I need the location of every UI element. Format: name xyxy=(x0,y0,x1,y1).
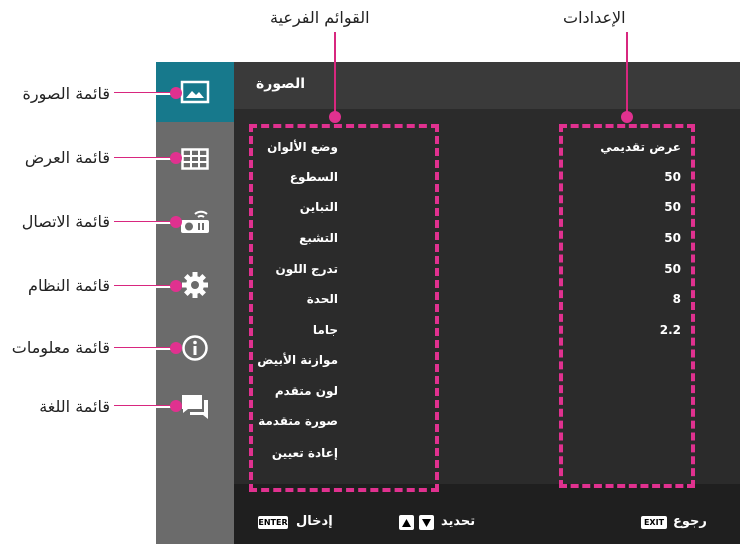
callout-dot-5 xyxy=(170,342,182,354)
exit-key: EXIT xyxy=(641,516,667,529)
select-hint: تحديد xyxy=(441,514,476,529)
callout-dot-3 xyxy=(170,216,182,228)
callout-dot-1 xyxy=(170,87,182,99)
enter-key: ENTER xyxy=(258,516,288,529)
back-hint: رجوع xyxy=(673,514,707,529)
callout-connection-menu: قائمة الاتصال xyxy=(21,212,110,231)
triangle-down-icon xyxy=(422,518,431,527)
callout-line-3 xyxy=(114,221,174,224)
enter-hint: إدخال xyxy=(296,514,333,529)
callout-display-menu: قائمة العرض xyxy=(24,148,110,167)
submenus-annotation: القوائم الفرعية xyxy=(270,8,370,27)
settings-connector xyxy=(626,32,628,112)
gear-icon xyxy=(182,272,208,298)
settings-connector-dot xyxy=(621,111,633,123)
submenus-highlight-box xyxy=(249,124,439,492)
callout-line-2 xyxy=(114,157,174,160)
callout-system-menu: قائمة النظام xyxy=(28,276,110,295)
callout-dot-2 xyxy=(170,152,182,164)
grid-icon xyxy=(181,148,209,170)
page-title: الصورة xyxy=(256,76,305,92)
settings-highlight-box xyxy=(559,124,695,488)
triangle-up-icon xyxy=(402,518,411,527)
callout-line-6 xyxy=(114,405,174,408)
submenus-connector-dot xyxy=(329,111,341,123)
submenus-connector xyxy=(334,32,336,112)
callout-picture-menu: قائمة الصورة xyxy=(22,84,110,103)
callout-line-4 xyxy=(114,285,174,288)
callout-language-menu: قائمة اللغة xyxy=(39,397,110,416)
language-chat-icon xyxy=(182,395,208,419)
title-bar xyxy=(234,62,740,109)
image-icon xyxy=(180,80,210,104)
settings-annotation: الإعدادات xyxy=(563,8,626,27)
callout-dot-6 xyxy=(170,400,182,412)
callout-line-5 xyxy=(114,347,174,350)
info-icon xyxy=(182,335,208,361)
up-key xyxy=(399,515,414,530)
callout-info-menu: قائمة معلومات xyxy=(11,338,110,357)
callout-dot-4 xyxy=(170,280,182,292)
projector-wifi-icon xyxy=(181,210,209,233)
callout-line-1 xyxy=(114,92,174,95)
down-key xyxy=(419,515,434,530)
